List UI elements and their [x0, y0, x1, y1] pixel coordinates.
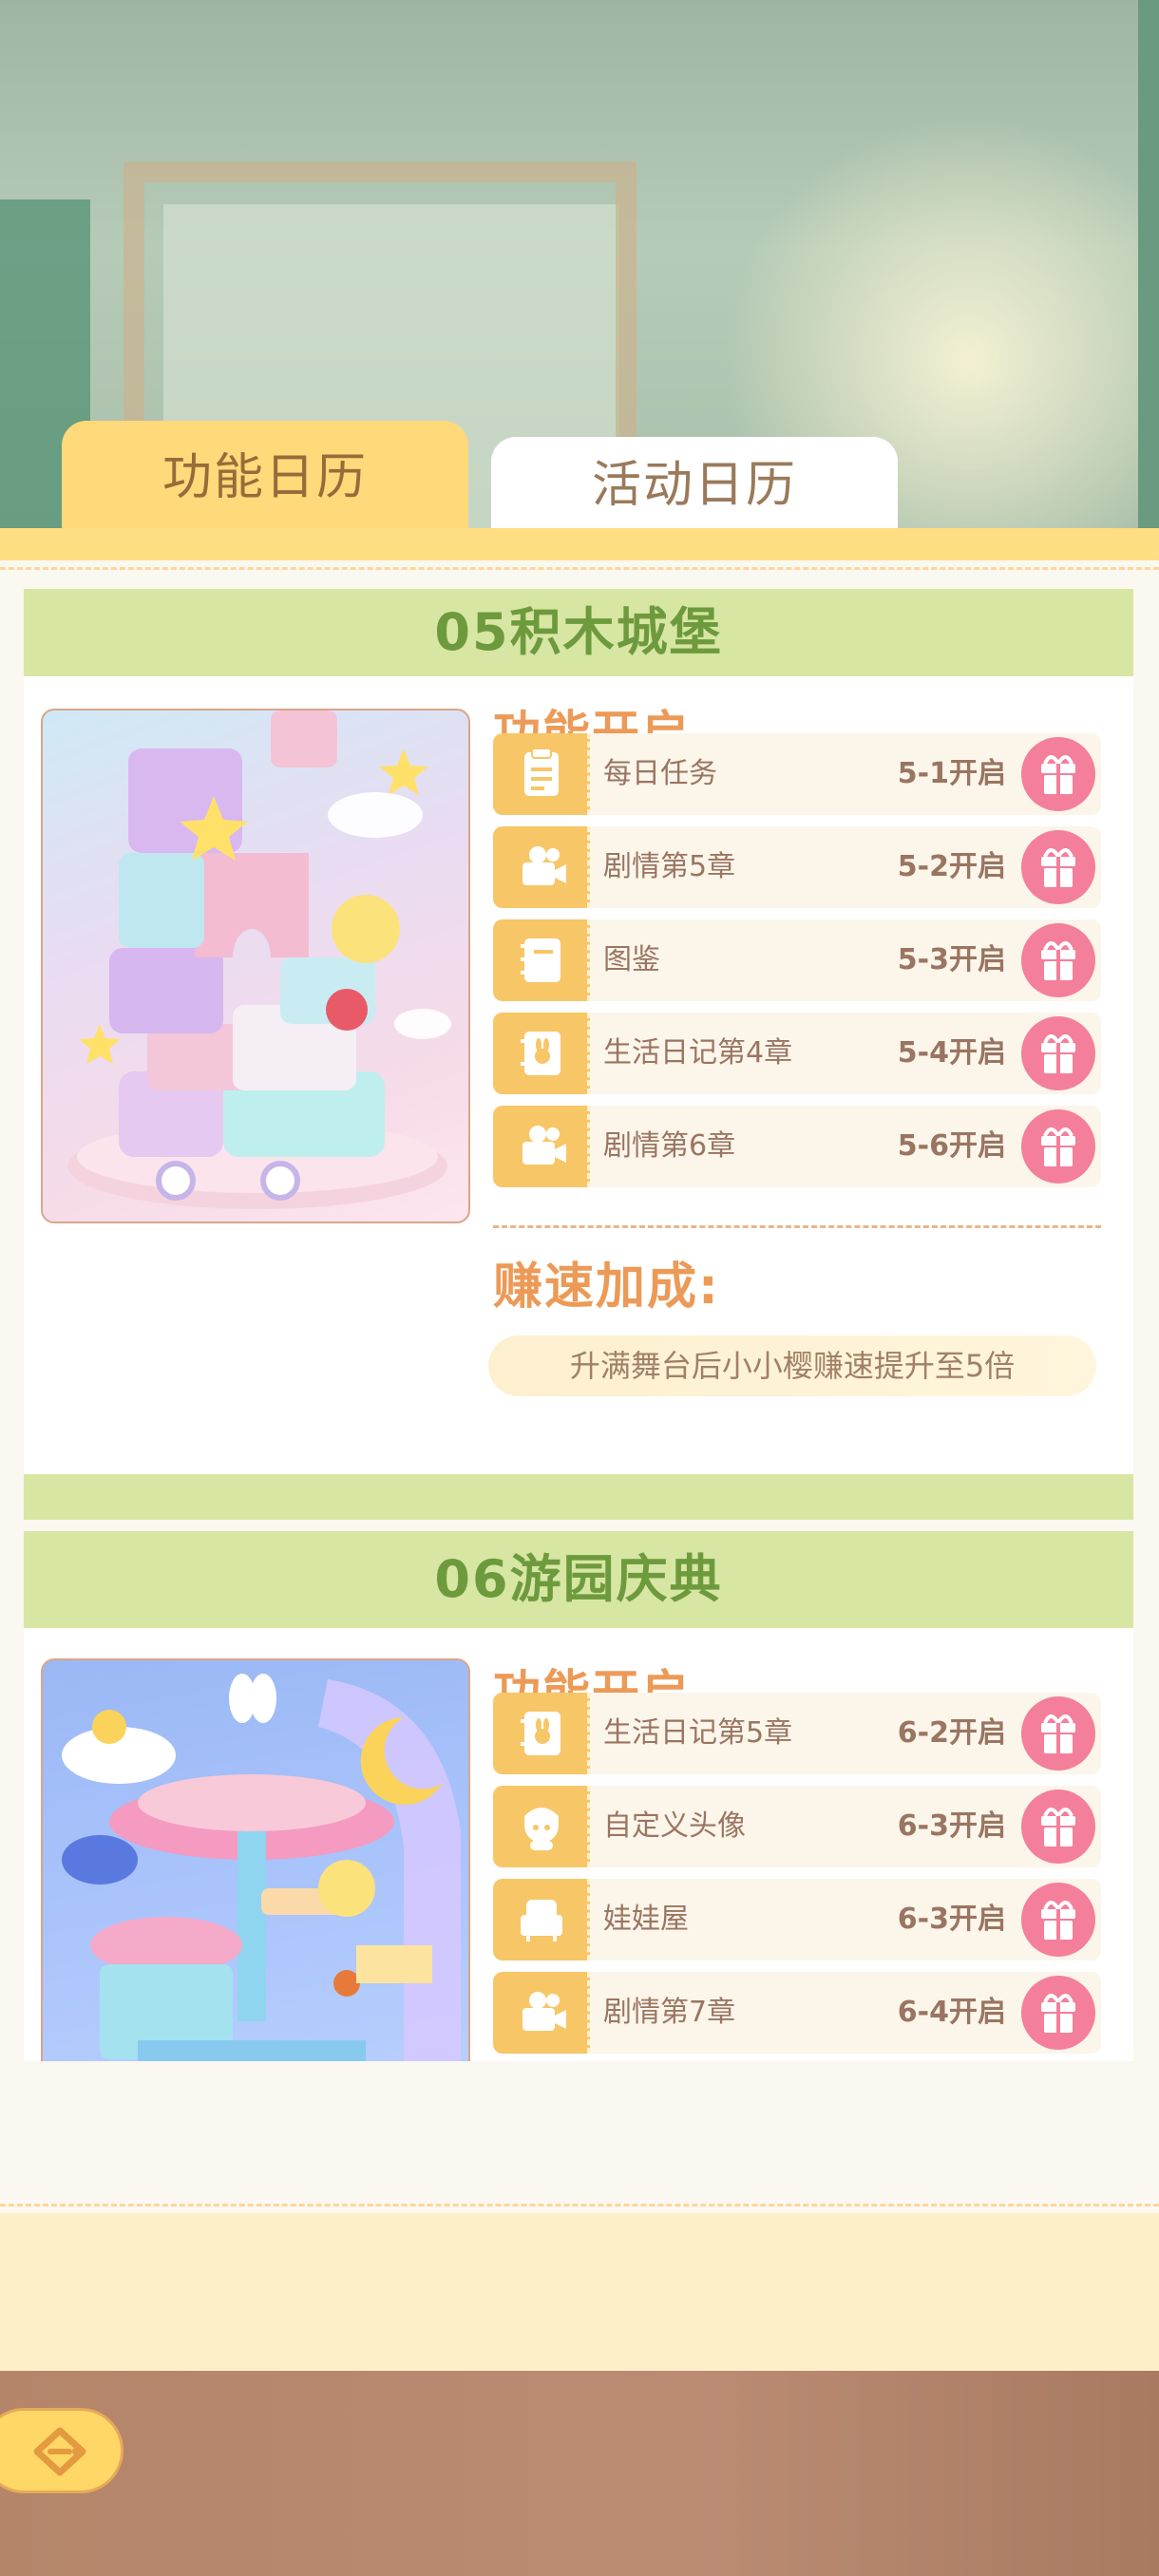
gift-reward-button[interactable]	[1021, 737, 1095, 811]
gift-reward-button[interactable]	[1021, 830, 1095, 904]
unlock-level: 6-2开启	[897, 1716, 1006, 1750]
feature-name: 剧情第5章	[603, 850, 736, 883]
feature-name: 图鉴	[603, 943, 660, 976]
feature-name: 娃娃屋	[603, 1903, 689, 1936]
unlock-level: 5-1开启	[897, 757, 1006, 790]
task-clipboard-icon	[493, 733, 590, 815]
unlock-level: 6-4开启	[897, 1996, 1006, 2029]
gift-reward-button[interactable]	[1021, 1016, 1095, 1090]
book-icon	[493, 919, 590, 1001]
feature-row: 娃娃屋 6-3开启	[493, 1879, 1101, 1960]
divider	[493, 1225, 1101, 1228]
tab-event-calendar[interactable]: 活动日历	[491, 437, 898, 530]
dollhouse-icon	[493, 1879, 590, 1960]
divider	[0, 567, 1159, 570]
unlock-level: 5-3开启	[897, 943, 1006, 976]
avatar-icon	[493, 1786, 590, 1867]
feature-row: 图鉴 5-3开启	[493, 919, 1101, 1001]
gift-reward-button[interactable]	[1021, 1109, 1095, 1184]
feature-row: 剧情第7章 6-4开启	[493, 1972, 1101, 2054]
feature-row: 剧情第6章 5-6开启	[493, 1106, 1101, 1187]
chapter-section-06: 06游园庆典 生活日记第5章 6-2开启 自定义头像 6-3开启 娃娃屋 6-3…	[24, 1531, 1133, 2061]
floor-background	[0, 2371, 1159, 2576]
gift-reward-button[interactable]	[1021, 1696, 1095, 1771]
diary-icon	[493, 1693, 590, 1774]
feature-name: 剧情第7章	[603, 1996, 736, 2029]
feature-name: 自定义头像	[603, 1809, 746, 1843]
camera-icon	[493, 1972, 590, 2054]
panel-bottom	[0, 2213, 1159, 2373]
diary-icon	[493, 1013, 590, 1094]
feature-row: 生活日记第4章 5-4开启	[493, 1013, 1101, 1094]
block-castle-illustration	[41, 709, 470, 1223]
bonus-heading: 赚速加成:	[493, 1259, 720, 1316]
tab-feature-calendar[interactable]: 功能日历	[62, 421, 468, 530]
back-button[interactable]	[0, 2408, 124, 2493]
divider	[0, 2204, 1159, 2207]
feature-name: 每日任务	[603, 757, 717, 790]
feature-name: 生活日记第5章	[603, 1716, 793, 1750]
chapter-section-05: 05积木城堡 每日任务 5-1开启 剧情第5章 5-2开启 图鉴 5-3开启 生…	[24, 589, 1133, 1520]
calendar-scroll-list[interactable]: 05积木城堡 每日任务 5-1开启 剧情第5章 5-2开启 图鉴 5-3开启 生…	[24, 589, 1133, 2061]
feature-row: 每日任务 5-1开启	[493, 733, 1101, 815]
feature-row: 自定义头像 6-3开启	[493, 1786, 1101, 1867]
gift-reward-button[interactable]	[1021, 923, 1095, 997]
gift-reward-button[interactable]	[1021, 1883, 1095, 1957]
section-footer	[24, 1474, 1133, 1520]
unlock-level: 5-4开启	[897, 1036, 1006, 1070]
feature-row: 生活日记第5章 6-2开启	[493, 1693, 1101, 1774]
gift-reward-button[interactable]	[1021, 1976, 1095, 2050]
feature-name: 剧情第6章	[603, 1129, 736, 1163]
feature-name: 生活日记第4章	[603, 1036, 793, 1070]
camera-icon	[493, 1106, 590, 1187]
unlock-level: 6-3开启	[897, 1903, 1006, 1936]
unlock-level: 5-2开启	[897, 850, 1006, 883]
feature-row: 剧情第5章 5-2开启	[493, 826, 1101, 908]
chapter-title: 06游园庆典	[24, 1531, 1133, 1628]
bonus-description: 升满舞台后小小樱赚速提升至5倍	[488, 1335, 1096, 1396]
carnival-illustration	[41, 1658, 470, 2061]
chapter-title: 05积木城堡	[24, 589, 1133, 676]
gift-reward-button[interactable]	[1021, 1790, 1095, 1864]
unlock-level: 5-6开启	[897, 1129, 1006, 1163]
camera-icon	[493, 826, 590, 908]
unlock-level: 6-3开启	[897, 1809, 1006, 1843]
